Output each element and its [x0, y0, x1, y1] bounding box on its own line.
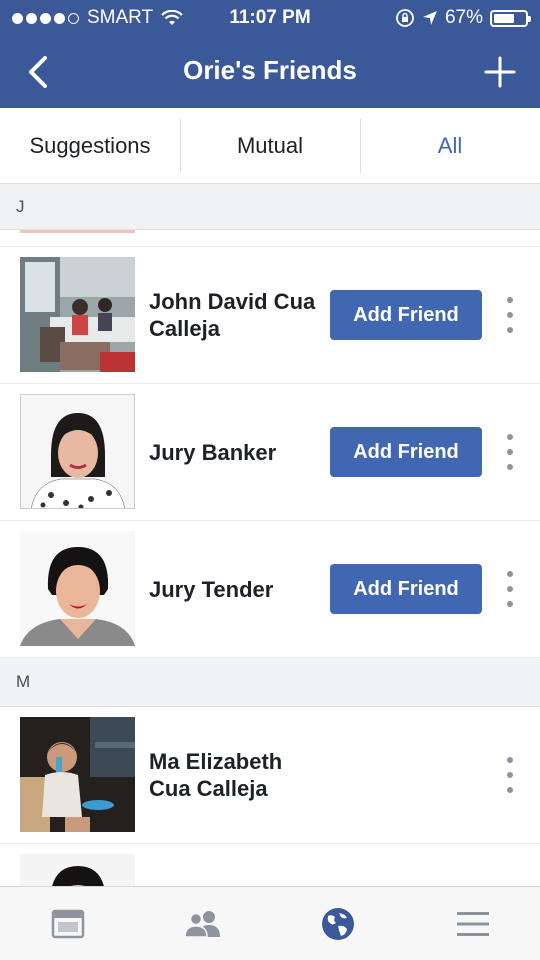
- location-arrow-icon: [422, 11, 437, 25]
- friend-name[interactable]: Ma Elizabeth Cua Calleja: [149, 707, 329, 843]
- friend-row[interactable]: Ma Elizabeth Cua Calleja: [0, 707, 540, 844]
- friend-photo[interactable]: [20, 531, 135, 646]
- tab-menu[interactable]: [405, 887, 540, 960]
- friend-row[interactable]: John David Cua Calleja Add Friend: [0, 247, 540, 384]
- section-header-m: M: [0, 657, 540, 707]
- navigation-bar: Orie's Friends: [0, 36, 540, 108]
- friend-row[interactable]: [0, 844, 540, 886]
- friend-row[interactable]: Jury Tender Add Friend: [0, 521, 540, 658]
- tab-mutual[interactable]: Mutual: [180, 108, 360, 183]
- more-options-icon[interactable]: [500, 297, 520, 333]
- list-item-partial: [0, 230, 540, 247]
- page-title: Orie's Friends: [183, 55, 357, 85]
- tab-news-feed[interactable]: [0, 887, 135, 960]
- friend-name[interactable]: Jury Banker: [149, 384, 329, 520]
- status-right: 67%: [395, 7, 531, 29]
- friend-photo[interactable]: [20, 854, 135, 886]
- add-friend-button[interactable]: Add Friend: [330, 427, 482, 477]
- tab-notifications[interactable]: [270, 887, 405, 960]
- add-friend-button[interactable]: Add Friend: [330, 564, 482, 614]
- more-options-icon[interactable]: [500, 757, 520, 793]
- battery-icon: [490, 9, 531, 27]
- more-options-icon[interactable]: [500, 571, 520, 607]
- section-header-j: J: [0, 184, 540, 230]
- status-bar: SMART 11:07 PM 67%: [0, 0, 540, 36]
- friend-requests-icon: [183, 910, 220, 938]
- friends-list[interactable]: J John David Cua Calleja Add Friend Jury…: [0, 184, 540, 886]
- filter-tabs: Suggestions Mutual All: [0, 108, 540, 184]
- friend-name[interactable]: Jury Tender: [149, 521, 329, 657]
- plus-icon: [484, 56, 516, 88]
- tab-friend-requests[interactable]: [135, 887, 270, 960]
- tab-suggestions[interactable]: Suggestions: [0, 108, 180, 183]
- friend-row[interactable]: Jury Banker Add Friend: [0, 384, 540, 521]
- menu-icon: [456, 911, 489, 936]
- top-bar: SMART 11:07 PM 67% Orie's Friends: [0, 0, 540, 108]
- add-button[interactable]: [478, 50, 522, 94]
- more-options-icon[interactable]: [500, 434, 520, 470]
- news-feed-icon: [51, 909, 84, 938]
- friend-name[interactable]: John David Cua Calleja: [149, 247, 329, 383]
- tab-all[interactable]: All: [360, 108, 540, 183]
- friend-photo[interactable]: [20, 394, 135, 509]
- rotation-lock-icon: [396, 9, 414, 27]
- battery-percent: 67%: [444, 7, 483, 28]
- bottom-tab-bar: [0, 886, 540, 960]
- friend-photo[interactable]: [20, 717, 135, 832]
- friend-photo[interactable]: [20, 257, 135, 372]
- globe-notifications-icon: [321, 907, 354, 940]
- add-friend-button[interactable]: Add Friend: [330, 290, 482, 340]
